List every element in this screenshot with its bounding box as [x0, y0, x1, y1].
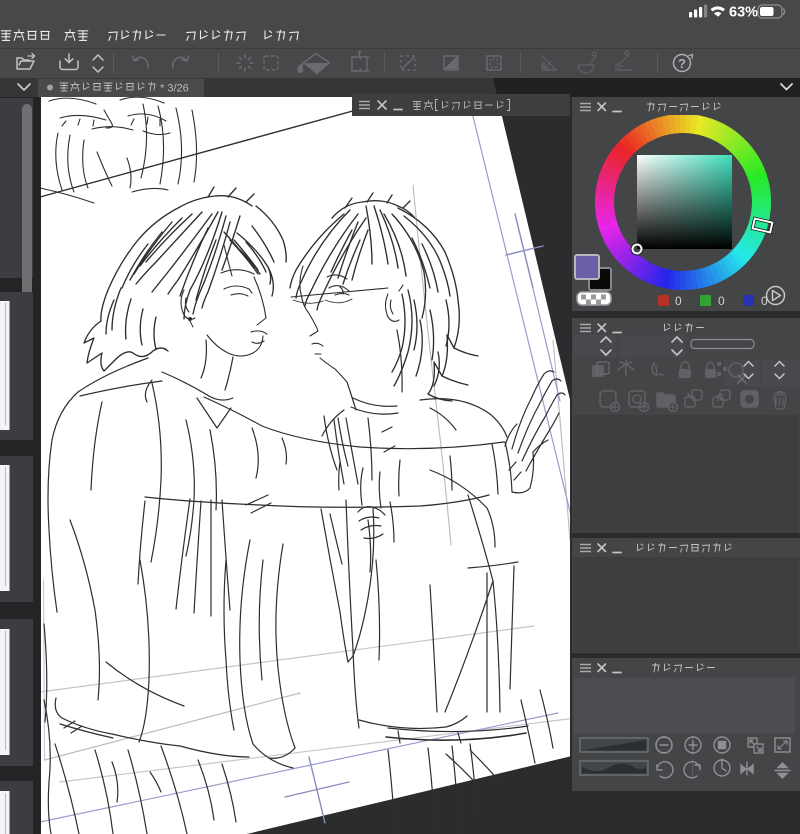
svg-text:0: 0 — [718, 294, 725, 308]
svg-text:* 3/26: * 3/26 — [160, 83, 189, 95]
svg-text:?: ? — [678, 56, 686, 71]
svg-text:0: 0 — [675, 294, 682, 308]
svg-text:63%: 63% — [729, 5, 758, 21]
